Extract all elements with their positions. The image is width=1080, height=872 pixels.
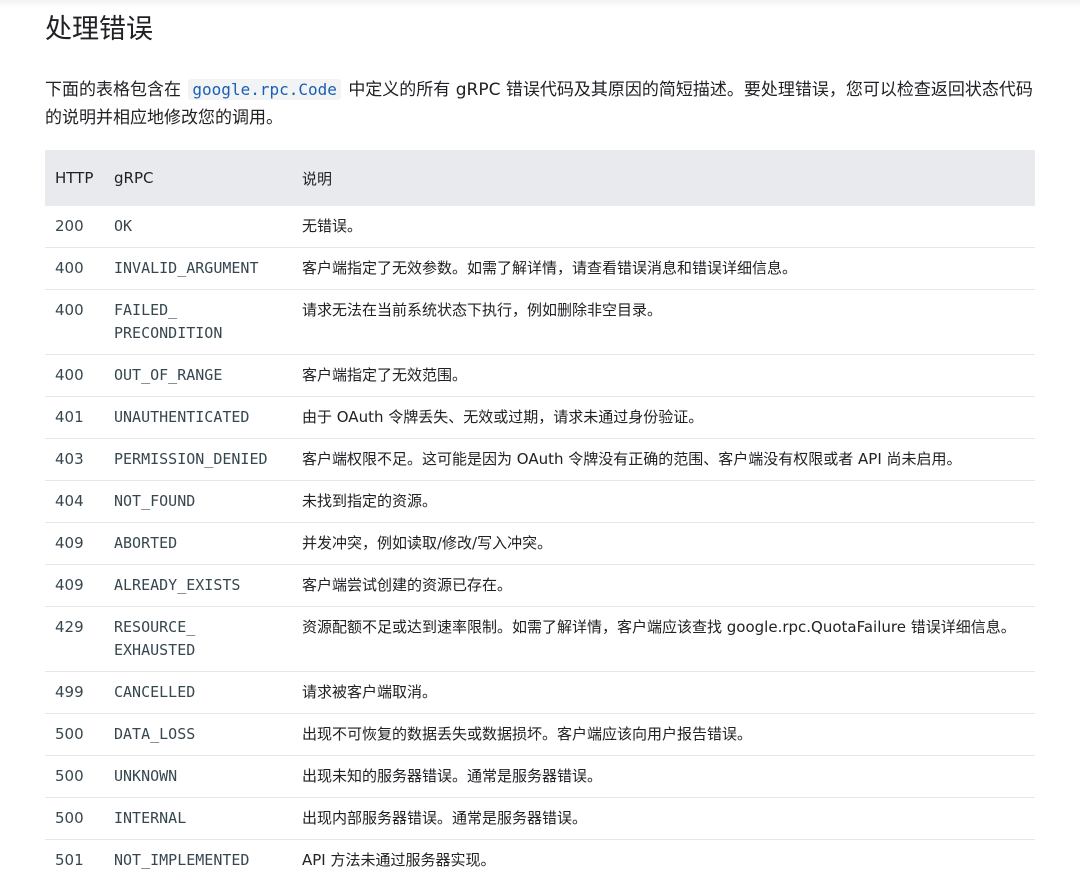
http-status-cell: 401: [45, 396, 104, 439]
intro-text-before: 下面的表格包含在: [45, 80, 181, 100]
table-header-row: HTTP gRPC 说明: [45, 150, 1035, 206]
http-status-cell: 400: [45, 354, 104, 397]
description-cell: 客户端指定了无效范围。: [292, 354, 1035, 397]
description-cell: 客户端指定了无效参数。如需了解详情，请查看错误消息和错误详细信息。: [292, 247, 1035, 290]
description-cell: 出现未知的服务器错误。通常是服务器错误。: [292, 755, 1035, 798]
column-header-description: 说明: [292, 150, 1035, 206]
code-reference-link[interactable]: google.rpc.Code: [188, 79, 341, 100]
grpc-code-text: DATA_LOSS: [114, 725, 196, 743]
http-status-cell: 500: [45, 797, 104, 840]
table-row: 500 UNKNOWN 出现未知的服务器错误。通常是服务器错误。: [45, 755, 1035, 798]
grpc-code-cell: INTERNAL: [104, 797, 292, 840]
http-status-cell: 429: [45, 606, 104, 672]
grpc-code-text: OUT_OF_RANGE: [114, 366, 223, 384]
grpc-code-text: ABORTED: [114, 534, 178, 552]
table-row: 200 OK 无错误。: [45, 206, 1035, 248]
description-cell: 客户端尝试创建的资源已存在。: [292, 564, 1035, 607]
grpc-code-cell: NOT_IMPLEMENTED: [104, 839, 292, 872]
grpc-code-cell: ABORTED: [104, 522, 292, 565]
http-status-cell: 200: [45, 206, 104, 248]
description-cell: 请求无法在当前系统状态下执行，例如删除非空目录。: [292, 289, 1035, 355]
grpc-code-cell: DATA_LOSS: [104, 713, 292, 756]
table-row: 500 INTERNAL 出现内部服务器错误。通常是服务器错误。: [45, 797, 1035, 840]
table-row: 400 INVALID_ARGUMENT 客户端指定了无效参数。如需了解详情，请查看…: [45, 247, 1035, 290]
grpc-code-text: OK: [114, 217, 133, 235]
grpc-code-text: FAILED_ PRECONDITION: [114, 301, 223, 342]
table-row: 409 ABORTED 并发冲突，例如读取/修改/写入冲突。: [45, 522, 1035, 565]
grpc-code-text: NOT_IMPLEMENTED: [114, 851, 250, 869]
grpc-code-text: CANCELLED: [114, 683, 196, 701]
http-status-cell: 403: [45, 438, 104, 481]
grpc-code-text: INTERNAL: [114, 809, 187, 827]
grpc-code-text: INVALID_ARGUMENT: [114, 259, 259, 277]
grpc-code-text: UNKNOWN: [114, 767, 178, 785]
grpc-code-cell: INVALID_ARGUMENT: [104, 247, 292, 290]
table-row: 429 RESOURCE_ EXHAUSTED 资源配额不足或达到速率限制。如需了解…: [45, 606, 1035, 672]
http-status-cell: 409: [45, 564, 104, 607]
http-status-cell: 409: [45, 522, 104, 565]
description-cell: 客户端权限不足。这可能是因为 OAuth 令牌没有正确的范围、客户端没有权限或者…: [292, 438, 1035, 481]
grpc-code-cell: NOT_FOUND: [104, 480, 292, 523]
grpc-code-text: UNAUTHENTICATED: [114, 408, 250, 426]
description-cell: 出现内部服务器错误。通常是服务器错误。: [292, 797, 1035, 840]
table-row: 501 NOT_IMPLEMENTED API 方法未通过服务器实现。: [45, 839, 1035, 872]
grpc-code-cell: PERMISSION_DENIED: [104, 438, 292, 481]
http-status-cell: 400: [45, 247, 104, 290]
grpc-code-cell: ALREADY_EXISTS: [104, 564, 292, 607]
grpc-code-text: PERMISSION_DENIED: [114, 450, 268, 468]
table-row: 404 NOT_FOUND 未找到指定的资源。: [45, 480, 1035, 523]
column-header-grpc: gRPC: [104, 150, 292, 206]
table-row: 409 ALREADY_EXISTS 客户端尝试创建的资源已存在。: [45, 564, 1035, 607]
table-row: 400 FAILED_ PRECONDITION 请求无法在当前系统状态下执行，例如…: [45, 289, 1035, 355]
grpc-code-text: ALREADY_EXISTS: [114, 576, 241, 594]
description-cell: 资源配额不足或达到速率限制。如需了解详情，客户端应该查找 google.rpc.…: [292, 606, 1035, 672]
table-row: 500 DATA_LOSS 出现不可恢复的数据丢失或数据损坏。客户端应该向用户报告错…: [45, 713, 1035, 756]
grpc-code-cell: UNAUTHENTICATED: [104, 396, 292, 439]
grpc-code-cell: RESOURCE_ EXHAUSTED: [104, 606, 292, 672]
grpc-code-cell: OK: [104, 206, 292, 248]
description-cell: 出现不可恢复的数据丢失或数据损坏。客户端应该向用户报告错误。: [292, 713, 1035, 756]
http-status-cell: 400: [45, 289, 104, 355]
description-cell: 未找到指定的资源。: [292, 480, 1035, 523]
grpc-code-cell: UNKNOWN: [104, 755, 292, 798]
grpc-code-cell: CANCELLED: [104, 671, 292, 714]
column-header-http: HTTP: [45, 150, 104, 206]
grpc-code-text: NOT_FOUND: [114, 492, 196, 510]
grpc-code-cell: FAILED_ PRECONDITION: [104, 289, 292, 355]
table-row: 401 UNAUTHENTICATED 由于 OAuth 令牌丢失、无效或过期，请求…: [45, 396, 1035, 439]
table-row: 499 CANCELLED 请求被客户端取消。: [45, 671, 1035, 714]
http-status-cell: 404: [45, 480, 104, 523]
description-cell: 并发冲突，例如读取/修改/写入冲突。: [292, 522, 1035, 565]
grpc-code-text: RESOURCE_ EXHAUSTED: [114, 618, 196, 659]
top-shadow: [0, 0, 1080, 8]
description-cell: 无错误。: [292, 206, 1035, 248]
http-status-cell: 499: [45, 671, 104, 714]
http-status-cell: 500: [45, 755, 104, 798]
page-title: 处理错误: [45, 14, 153, 45]
error-code-table: HTTP gRPC 说明 200 OK 无错误。 400 INVALID_ARGUMEN…: [45, 150, 1035, 872]
table-row: 400 OUT_OF_RANGE 客户端指定了无效范围。: [45, 354, 1035, 397]
description-cell: API 方法未通过服务器实现。: [292, 839, 1035, 872]
intro-paragraph: 下面的表格包含在 google.rpc.Code 中定义的所有 gRPC 错误代…: [45, 76, 1035, 132]
description-cell: 请求被客户端取消。: [292, 671, 1035, 714]
description-cell: 由于 OAuth 令牌丢失、无效或过期，请求未通过身份验证。: [292, 396, 1035, 439]
http-status-cell: 501: [45, 839, 104, 872]
http-status-cell: 500: [45, 713, 104, 756]
table-row: 403 PERMISSION_DENIED 客户端权限不足。这可能是因为 OAuth…: [45, 438, 1035, 481]
grpc-code-cell: OUT_OF_RANGE: [104, 354, 292, 397]
